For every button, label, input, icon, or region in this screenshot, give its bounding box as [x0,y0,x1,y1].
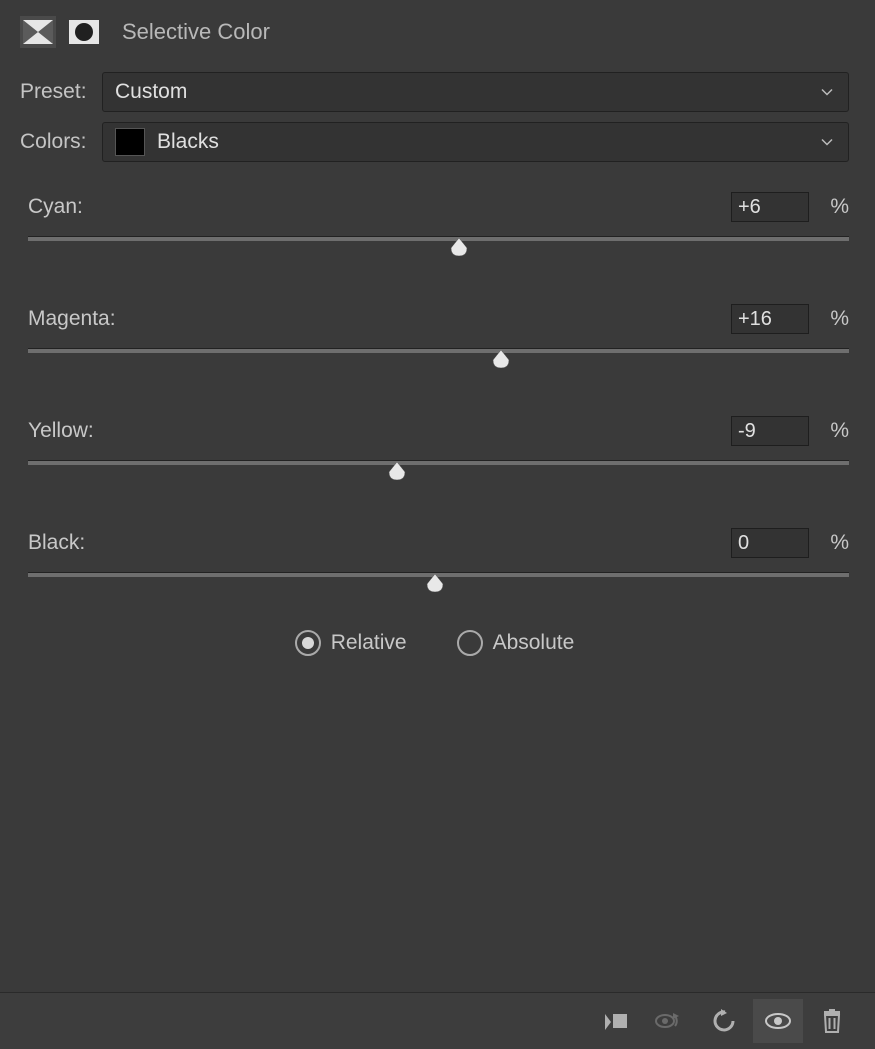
view-previous-state-button[interactable] [645,999,695,1043]
colors-value: Blacks [157,130,219,154]
preset-value: Custom [115,80,187,104]
magenta-slider-block: Magenta: % [20,302,849,396]
yellow-input[interactable] [731,416,809,446]
delete-button[interactable] [807,999,857,1043]
cyan-label: Cyan: [20,195,731,219]
panel-header: Selective Color [0,0,875,58]
cyan-input[interactable] [731,192,809,222]
preset-dropdown[interactable]: Custom [102,72,849,112]
unit-label: % [809,531,849,555]
reset-button[interactable] [699,999,749,1043]
cyan-slider-block: Cyan: % [20,190,849,284]
black-slider-thumb[interactable] [425,574,445,592]
magenta-label: Magenta: [20,307,731,331]
cyan-slider-track[interactable] [20,234,849,260]
panel-title: Selective Color [122,19,270,45]
colors-label: Colors: [20,130,102,154]
unit-label: % [809,307,849,331]
chevron-down-icon [820,81,834,104]
method-radio-group: Relative Absolute [20,630,849,656]
absolute-label: Absolute [493,631,575,655]
chevron-down-icon [820,131,834,154]
relative-radio[interactable]: Relative [295,630,407,656]
radio-checked-icon [295,630,321,656]
colors-row: Colors: Blacks [20,122,849,162]
adjustment-thumbnail-icon[interactable] [20,16,56,48]
colors-dropdown[interactable]: Blacks [102,122,849,162]
panel-body: Preset: Custom Colors: Blacks Cyan: [0,58,875,992]
unit-label: % [809,195,849,219]
panel-footer [0,992,875,1049]
selective-color-panel: Selective Color Preset: Custom Colors: B… [0,0,875,1049]
radio-unchecked-icon [457,630,483,656]
yellow-slider-thumb[interactable] [387,462,407,480]
relative-label: Relative [331,631,407,655]
magenta-input[interactable] [731,304,809,334]
preset-row: Preset: Custom [20,72,849,112]
black-input[interactable] [731,528,809,558]
layer-mask-icon[interactable] [66,16,102,48]
unit-label: % [809,419,849,443]
toggle-visibility-button[interactable] [753,999,803,1043]
color-swatch [115,128,145,156]
yellow-label: Yellow: [20,419,731,443]
absolute-radio[interactable]: Absolute [457,630,575,656]
black-slider-track[interactable] [20,570,849,596]
clip-to-layer-button[interactable] [591,999,641,1043]
yellow-slider-block: Yellow: % [20,414,849,508]
black-slider-block: Black: % [20,526,849,620]
magenta-slider-thumb[interactable] [491,350,511,368]
yellow-slider-track[interactable] [20,458,849,484]
cyan-slider-thumb[interactable] [449,238,469,256]
black-label: Black: [20,531,731,555]
magenta-slider-track[interactable] [20,346,849,372]
preset-label: Preset: [20,80,102,104]
